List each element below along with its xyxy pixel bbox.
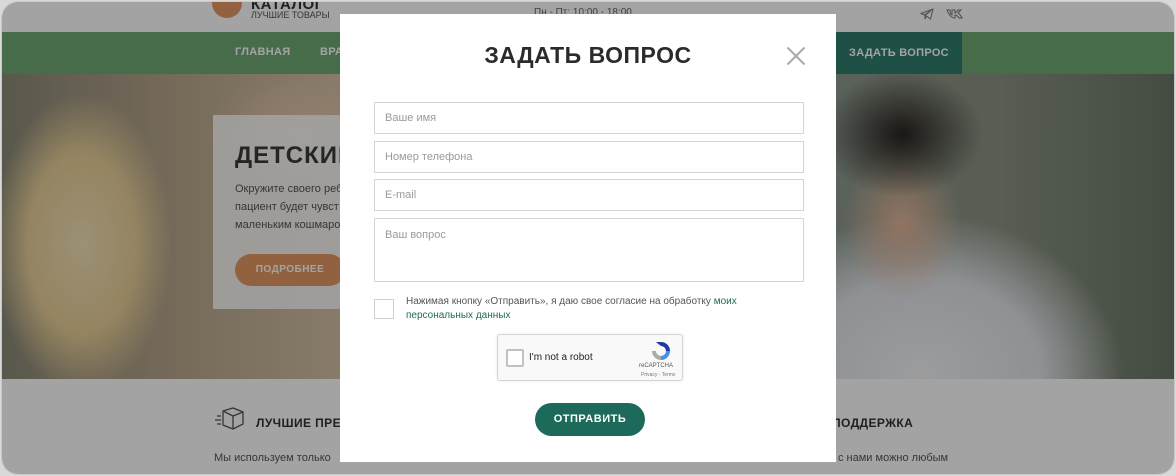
name-field[interactable] bbox=[374, 102, 804, 134]
consent-label: Нажимая кнопку «Отправить», я даю свое с… bbox=[406, 295, 806, 323]
consent-text: Нажимая кнопку «Отправить», я даю свое с… bbox=[406, 296, 714, 307]
modal-title: ЗАДАТЬ ВОПРОС bbox=[484, 42, 692, 68]
consent-checkbox[interactable] bbox=[374, 299, 394, 319]
phone-field[interactable] bbox=[374, 141, 804, 173]
recaptcha-terms-link[interactable]: Privacy - Terms bbox=[641, 372, 675, 378]
recaptcha-widget: I'm not a robot reCAPTCHA Privacy - Term… bbox=[497, 334, 683, 381]
recaptcha-logo-icon bbox=[650, 340, 672, 362]
recaptcha-checkbox[interactable] bbox=[506, 349, 524, 367]
question-field[interactable] bbox=[374, 218, 804, 282]
ask-question-modal: ЗАДАТЬ ВОПРОС Нажимая кнопку «Отправить»… bbox=[340, 14, 836, 462]
recaptcha-brand: reCAPTCHA bbox=[639, 363, 674, 369]
browser-frame: КАТАЛОГ ЛУЧШИЕ ТОВАРЫ Пн - Пт: 10:00 - 1… bbox=[2, 2, 1174, 474]
email-field[interactable] bbox=[374, 179, 804, 211]
recaptcha-label: I'm not a robot bbox=[529, 352, 593, 363]
submit-button[interactable]: ОТПРАВИТЬ bbox=[535, 403, 645, 436]
close-icon[interactable] bbox=[786, 46, 806, 66]
